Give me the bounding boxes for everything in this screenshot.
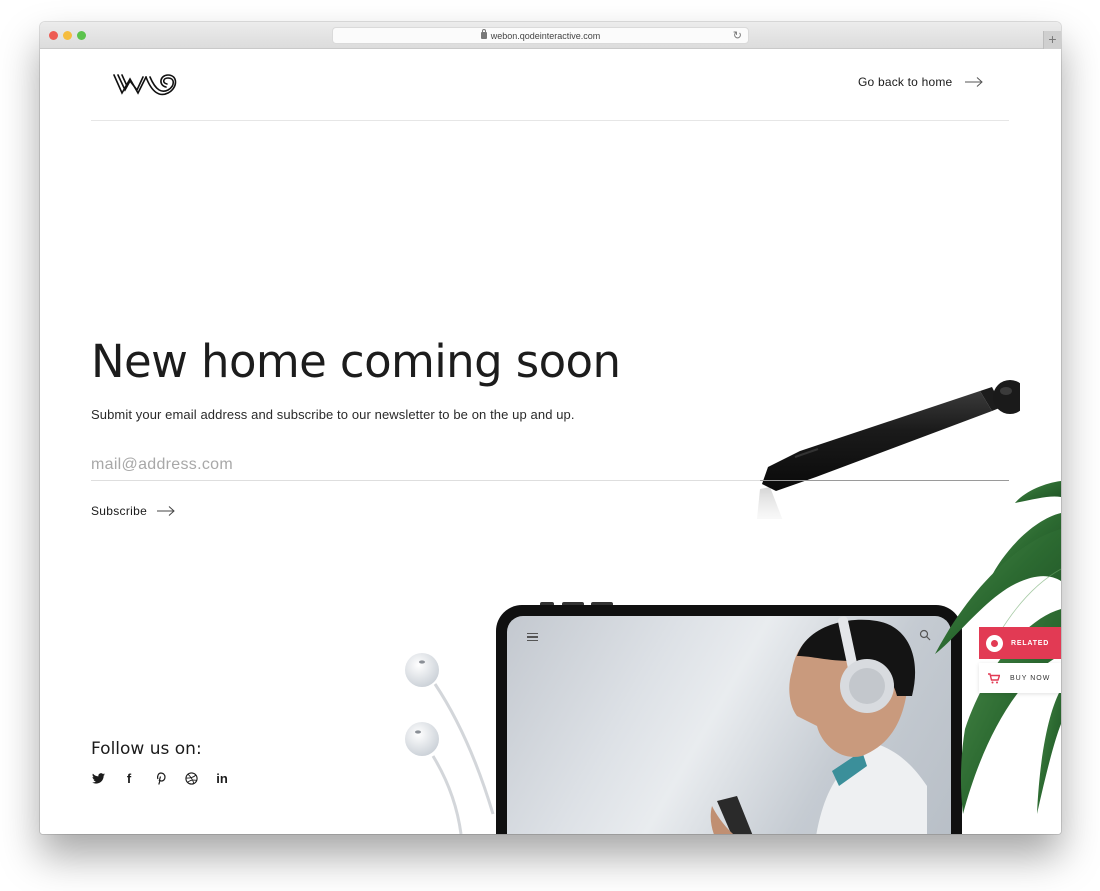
screen: webon.qodeinteractive.com ↻ + Go back to… bbox=[0, 0, 1100, 891]
pinterest-icon bbox=[156, 771, 166, 785]
shopping-cart-icon bbox=[988, 672, 1000, 683]
twitter-icon bbox=[91, 772, 105, 784]
close-window-button[interactable] bbox=[49, 31, 58, 40]
new-tab-button[interactable]: + bbox=[1043, 31, 1061, 49]
minimize-window-button[interactable] bbox=[63, 31, 72, 40]
page-content: Go back to home New home coming soon Sub… bbox=[40, 49, 1061, 834]
dribbble-link[interactable] bbox=[184, 771, 198, 785]
buy-now-label: BUY NOW bbox=[1010, 674, 1051, 682]
go-back-home-link[interactable]: Go back to home bbox=[858, 75, 984, 89]
arrow-right-icon bbox=[157, 506, 175, 516]
social-links: f in bbox=[91, 770, 229, 786]
dribbble-icon bbox=[184, 771, 198, 785]
email-underline-accent bbox=[760, 480, 1009, 481]
tablet-button bbox=[540, 602, 554, 605]
tablet-button bbox=[591, 602, 613, 605]
site-logo[interactable] bbox=[112, 71, 184, 99]
linkedin-icon: in bbox=[216, 770, 228, 786]
linkedin-link[interactable]: in bbox=[215, 770, 229, 786]
facebook-link[interactable]: f bbox=[122, 770, 136, 786]
go-back-home-label: Go back to home bbox=[858, 75, 953, 89]
pinterest-link[interactable] bbox=[153, 771, 167, 785]
lock-icon bbox=[480, 29, 487, 39]
buy-now-button[interactable]: BUY NOW bbox=[979, 663, 1061, 693]
header-divider bbox=[91, 120, 1009, 121]
hamburger-menu-icon bbox=[527, 633, 538, 641]
browser-window: webon.qodeinteractive.com ↻ + Go back to… bbox=[40, 22, 1061, 834]
address-bar[interactable]: webon.qodeinteractive.com ↻ bbox=[332, 27, 749, 44]
twitter-link[interactable] bbox=[91, 771, 105, 785]
reload-icon[interactable]: ↻ bbox=[733, 29, 742, 42]
earbuds-image bbox=[405, 653, 495, 834]
zoom-window-button[interactable] bbox=[77, 31, 86, 40]
tablet-button bbox=[562, 602, 584, 605]
subscribe-button[interactable]: Subscribe bbox=[91, 504, 175, 518]
facebook-icon: f bbox=[126, 770, 132, 786]
browser-titlebar: webon.qodeinteractive.com ↻ + bbox=[40, 22, 1061, 49]
related-button[interactable]: RELATED bbox=[979, 627, 1061, 659]
related-logo-icon bbox=[986, 634, 1003, 652]
page-subtitle: Submit your email address and subscribe … bbox=[91, 407, 575, 422]
arrow-right-icon bbox=[965, 77, 984, 87]
related-label: RELATED bbox=[1011, 639, 1050, 647]
subscribe-label: Subscribe bbox=[91, 504, 148, 518]
follow-us-heading: Follow us on: bbox=[91, 739, 202, 759]
page-title: New home coming soon bbox=[91, 335, 621, 388]
url-text: webon.qodeinteractive.com bbox=[490, 30, 601, 41]
email-input[interactable] bbox=[91, 449, 1009, 481]
